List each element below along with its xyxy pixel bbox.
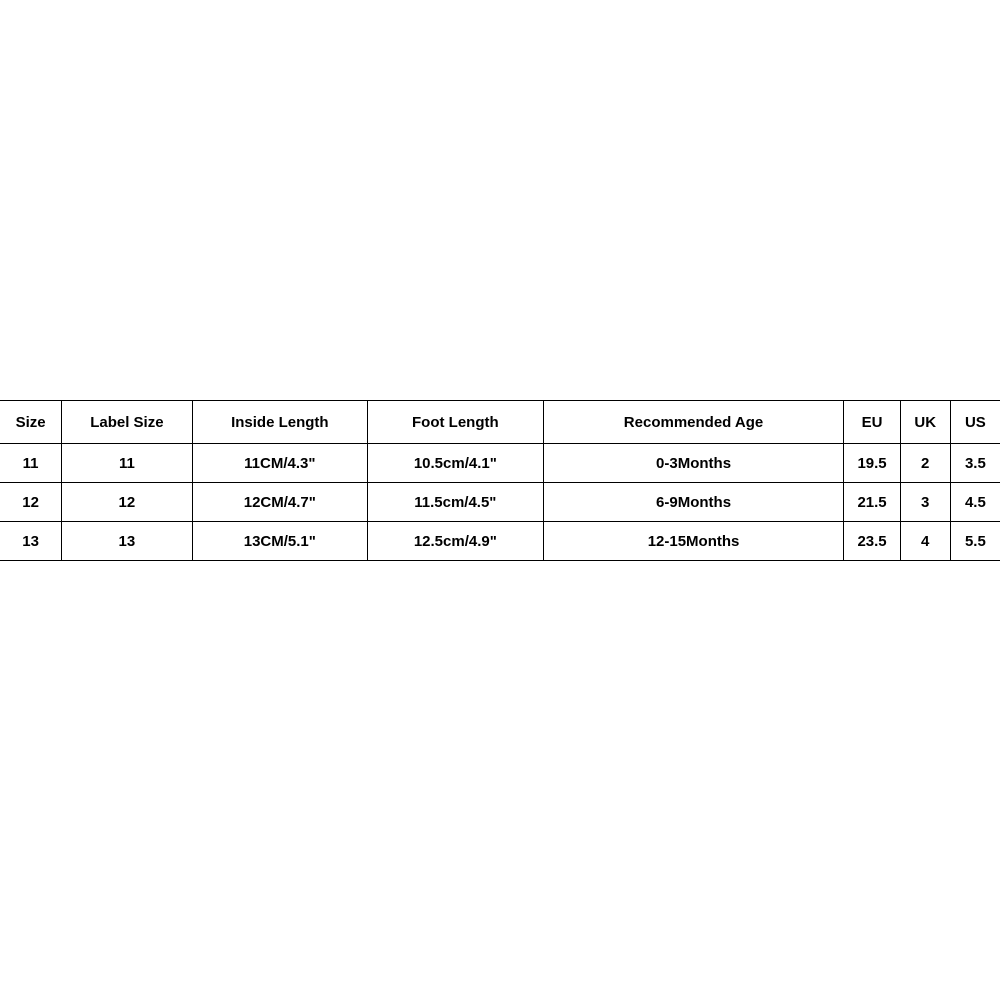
table-row: 12 12 12CM/4.7" 11.5cm/4.5" 6-9Months 21… [0,483,1000,522]
cell-size: 13 [0,522,62,561]
cell-uk: 4 [900,522,950,561]
cell-label: 13 [62,522,192,561]
cell-us: 4.5 [950,483,1000,522]
cell-eu: 23.5 [844,522,900,561]
cell-age: 12-15Months [543,522,844,561]
cell-foot: 12.5cm/4.9" [368,522,544,561]
table-row: 11 11 11CM/4.3" 10.5cm/4.1" 0-3Months 19… [0,444,1000,483]
cell-age: 6-9Months [543,483,844,522]
col-inside-length: Inside Length [192,401,368,444]
col-recommended-age: Recommended Age [543,401,844,444]
table-row: 13 13 13CM/5.1" 12.5cm/4.9" 12-15Months … [0,522,1000,561]
cell-label: 11 [62,444,192,483]
cell-us: 5.5 [950,522,1000,561]
col-us: US [950,401,1000,444]
col-eu: EU [844,401,900,444]
cell-inside: 13CM/5.1" [192,522,368,561]
cell-uk: 2 [900,444,950,483]
cell-uk: 3 [900,483,950,522]
cell-foot: 10.5cm/4.1" [368,444,544,483]
cell-foot: 11.5cm/4.5" [368,483,544,522]
cell-label: 12 [62,483,192,522]
col-foot-length: Foot Length [368,401,544,444]
col-size: Size [0,401,62,444]
cell-us: 3.5 [950,444,1000,483]
cell-size: 11 [0,444,62,483]
cell-age: 0-3Months [543,444,844,483]
cell-inside: 11CM/4.3" [192,444,368,483]
col-label-size: Label Size [62,401,192,444]
size-chart-table: Size Label Size Inside Length Foot Lengt… [0,400,1000,561]
cell-size: 12 [0,483,62,522]
cell-eu: 19.5 [844,444,900,483]
cell-inside: 12CM/4.7" [192,483,368,522]
cell-eu: 21.5 [844,483,900,522]
table-header-row: Size Label Size Inside Length Foot Lengt… [0,401,1000,444]
col-uk: UK [900,401,950,444]
